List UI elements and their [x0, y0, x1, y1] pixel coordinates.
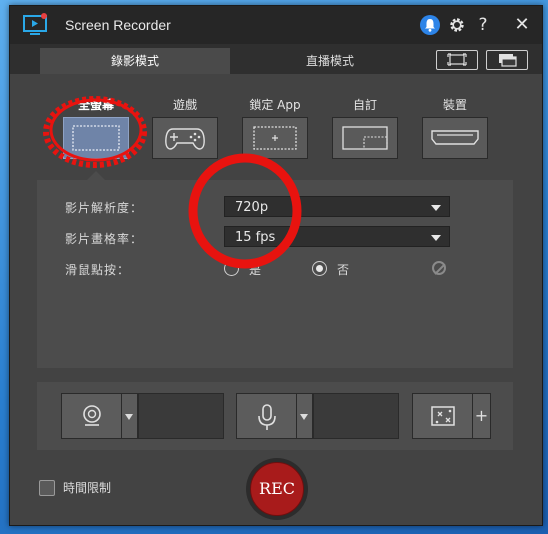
framerate-value: 15 fps — [235, 230, 276, 245]
hdmi-device-icon — [431, 130, 479, 145]
framerate-label: 影片畫格率： — [65, 232, 144, 246]
custom-region-icon — [342, 126, 388, 150]
framerate-select[interactable]: 15 fps — [224, 226, 450, 247]
add-device-button[interactable]: + — [473, 393, 491, 439]
mini-mode-button[interactable] — [436, 50, 478, 70]
title-bar: Screen Recorder ? ✕ — [10, 6, 542, 44]
mouse-click-no-label: 否 — [337, 263, 350, 277]
mouse-click-no-radio[interactable] — [312, 261, 327, 276]
mode-label: 自訂 — [352, 98, 377, 112]
mode-label: 遊戲 — [172, 98, 197, 112]
webcam-slot — [138, 393, 224, 439]
capture-frame-icon — [447, 53, 467, 66]
window-layout-button[interactable] — [486, 50, 528, 70]
tab-live-mode[interactable]: 直播模式 — [230, 48, 430, 74]
mouse-click-label: 滑鼠點按： — [65, 263, 131, 277]
help-icon: ? — [478, 15, 488, 35]
mouse-click-yes-label: 是 — [249, 263, 262, 277]
mode-lock-app[interactable]: 鎖定 App — [242, 96, 308, 159]
mode-label: 裝置 — [442, 98, 467, 112]
microphone-icon — [258, 404, 276, 430]
mode-pointer — [87, 171, 105, 180]
time-limit-checkbox[interactable] — [39, 480, 55, 496]
devices-panel: + — [37, 382, 513, 450]
mouse-click-yes-radio[interactable] — [224, 261, 239, 276]
mode-label: 鎖定 App — [249, 98, 301, 112]
mode-fullscreen[interactable]: 全螢幕 — [63, 96, 129, 159]
bell-icon — [425, 19, 435, 32]
mode-tab-bar: 錄影模式 直播模式 — [10, 44, 542, 74]
gear-icon — [450, 18, 464, 32]
mode-custom[interactable]: 自訂 — [332, 96, 398, 159]
app-title: Screen Recorder — [65, 17, 171, 33]
lock-app-icon — [253, 126, 297, 150]
close-button[interactable]: ✕ — [512, 15, 532, 35]
mode-device[interactable]: 裝置 — [422, 96, 488, 159]
gamepad-icon — [165, 128, 205, 150]
resolution-select[interactable]: 720p — [224, 196, 450, 217]
plus-icon: + — [474, 406, 489, 425]
tab-record-mode[interactable]: 錄影模式 — [40, 48, 230, 74]
help-button[interactable]: ? — [473, 15, 493, 35]
effects-button[interactable] — [412, 393, 473, 439]
main-content: 全螢幕 遊戲 鎖定 App 自訂 裝置 影片解析度： 720p 影片畫格率： 1… — [10, 74, 542, 525]
mode-label: 全螢幕 — [77, 98, 114, 112]
time-limit-label: 時間限制 — [63, 481, 112, 495]
microphone-button[interactable] — [236, 393, 297, 439]
resolution-value: 720p — [235, 200, 269, 215]
chevron-down-icon — [431, 205, 441, 211]
app-logo-icon — [23, 13, 47, 35]
resolution-label: 影片解析度： — [65, 201, 144, 215]
settings-button[interactable] — [447, 15, 467, 35]
microphone-dropdown[interactable] — [297, 393, 313, 439]
fullscreen-icon — [72, 125, 120, 151]
screen-recorder-window: Screen Recorder ? ✕ 錄影模式 直播模式 全螢幕 遊戲 鎖定 … — [9, 5, 543, 526]
notification-button[interactable] — [420, 15, 440, 35]
close-icon: ✕ — [514, 14, 530, 35]
microphone-slot — [313, 393, 399, 439]
record-button[interactable]: REC — [250, 462, 304, 516]
windows-icon — [499, 54, 517, 67]
webcam-button[interactable] — [61, 393, 122, 439]
mode-game[interactable]: 遊戲 — [152, 96, 218, 159]
disabled-icon — [432, 261, 446, 275]
settings-panel: 影片解析度： 720p 影片畫格率： 15 fps 滑鼠點按： 是 否 — [37, 180, 513, 368]
effects-icon — [431, 406, 455, 426]
webcam-icon — [83, 405, 101, 426]
chevron-down-icon — [431, 235, 441, 241]
webcam-dropdown[interactable] — [122, 393, 138, 439]
